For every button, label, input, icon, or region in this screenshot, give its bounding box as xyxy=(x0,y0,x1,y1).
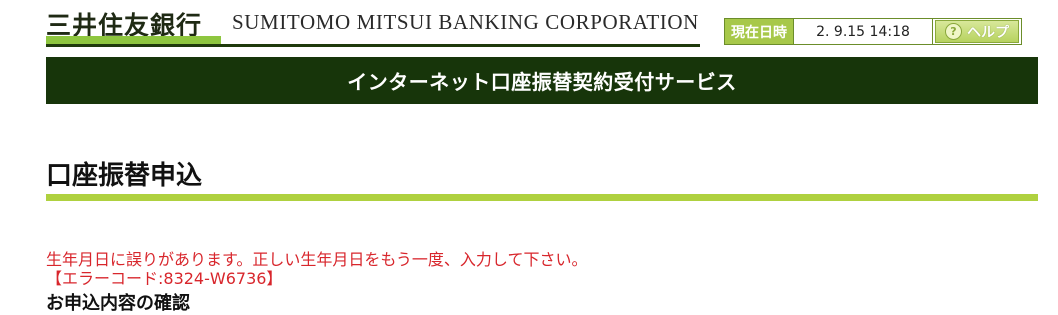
header-utility-box: 現在日時 2. 9.15 14:18 ? ヘルプ xyxy=(724,18,1022,45)
help-button[interactable]: ? ヘルプ xyxy=(935,20,1019,43)
service-banner: インターネット口座振替契約受付サービス xyxy=(46,57,1038,104)
logo-underline xyxy=(46,36,700,47)
error-message: 生年月日に誤りがあります。正しい生年月日をもう一度、入力して下さい。 xyxy=(46,250,588,269)
bank-logo-english: SUMITOMO MITSUI BANKING CORPORATION xyxy=(232,10,699,34)
question-icon: ? xyxy=(945,23,962,40)
section-heading: お申込内容の確認 xyxy=(46,293,190,314)
error-code: 【エラーコード:8324-W6736】 xyxy=(46,269,283,288)
page-title: 口座振替申込 xyxy=(46,161,203,191)
help-button-wrapper: ? ヘルプ xyxy=(933,19,1021,44)
logo-underline-rule xyxy=(46,44,700,47)
title-divider xyxy=(46,194,1038,201)
help-button-label: ヘルプ xyxy=(967,24,1009,41)
datetime-value: 2. 9.15 14:18 xyxy=(794,19,933,44)
datetime-label: 現在日時 xyxy=(725,19,794,44)
